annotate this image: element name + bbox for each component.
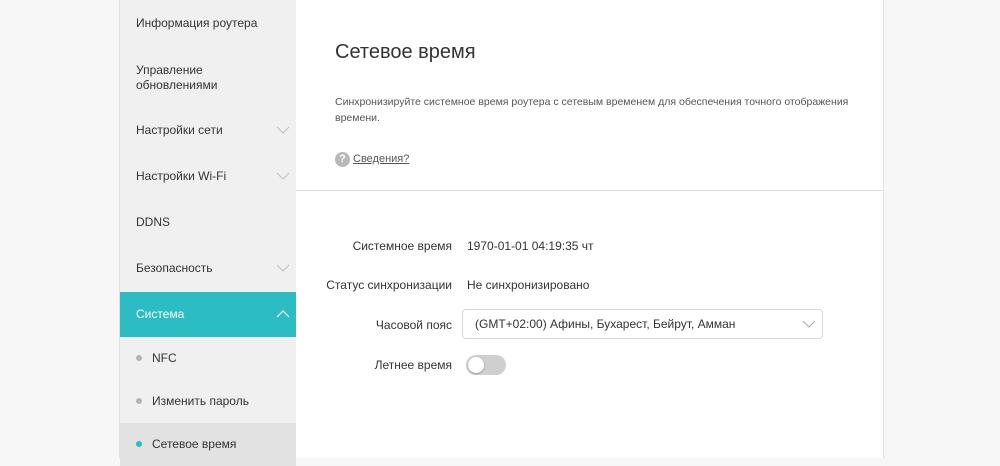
- sidebar-item-label: DDNS: [136, 215, 171, 229]
- question-icon: ?: [335, 151, 350, 167]
- system-time-label: Системное время: [352, 239, 452, 253]
- sync-status-row: Статус синхронизации Не синхронизировано: [296, 270, 883, 300]
- sidebar-item-label: Настройки Wi-Fi: [136, 169, 227, 183]
- chevron-down-icon: [276, 172, 290, 180]
- sidebar-item-label: Настройки сети: [136, 123, 223, 137]
- sidebar-item-label: Управление обновлениями: [136, 63, 218, 92]
- bullet-dot-icon: [136, 441, 142, 447]
- details-link[interactable]: Сведения?: [353, 153, 409, 165]
- help-link-group: ? Сведения?: [335, 150, 409, 168]
- sidebar-item-wifi-settings[interactable]: Настройки Wi-Fi: [120, 154, 296, 200]
- sidebar-item-router-info[interactable]: Информация роутера: [120, 0, 296, 46]
- sidebar-subitem-label: Изменить пароль: [152, 394, 249, 408]
- bullet-dot-icon: [136, 398, 142, 404]
- sidebar-item-label: Безопасность: [136, 261, 213, 275]
- sidebar-item-ddns[interactable]: DDNS: [120, 200, 296, 246]
- dst-label: Летнее время: [374, 358, 452, 372]
- chevron-up-icon: [276, 310, 290, 318]
- chevron-down-icon: [276, 264, 290, 272]
- sync-status-label: Статус синхронизации: [326, 278, 452, 292]
- sidebar-item-network-settings[interactable]: Настройки сети: [120, 108, 296, 154]
- sidebar: Информация роутера Управление обновления…: [119, 0, 296, 466]
- sidebar-subitem-network-time[interactable]: Сетевое время: [120, 423, 296, 466]
- sidebar-subitem-label: Сетевое время: [152, 437, 237, 451]
- sidebar-subitem-nfc[interactable]: NFC: [120, 337, 296, 380]
- page-description: Синхронизируйте системное время роутера …: [335, 96, 849, 124]
- timezone-label: Часовой пояс: [375, 318, 452, 332]
- sidebar-item-update-management[interactable]: Управление обновлениями: [120, 46, 296, 108]
- chevron-down-icon: [276, 126, 290, 134]
- toggle-knob: [468, 357, 484, 373]
- divider: [296, 190, 883, 191]
- timezone-selected-value: (GMT+02:00) Афины, Бухарест, Бейрут, Амм…: [475, 317, 736, 331]
- chevron-down-icon: [802, 320, 816, 328]
- dst-toggle[interactable]: [466, 355, 506, 375]
- sidebar-item-system[interactable]: Система: [120, 292, 296, 337]
- dst-row: Летнее время: [296, 350, 883, 380]
- timezone-row: Часовой пояс (GMT+02:00) Афины, Бухарест…: [296, 309, 883, 340]
- bullet-dot-icon: [136, 355, 142, 361]
- system-time-value: 1970-01-01 04:19:35 чт: [467, 239, 594, 253]
- sidebar-subitem-label: NFC: [152, 351, 177, 365]
- sidebar-subitem-change-password[interactable]: Изменить пароль: [120, 380, 296, 423]
- timezone-select[interactable]: (GMT+02:00) Афины, Бухарест, Бейрут, Амм…: [462, 309, 823, 339]
- page-title: Сетевое время: [335, 41, 476, 63]
- sidebar-item-label: Система: [136, 307, 185, 321]
- sync-status-value: Не синхронизировано: [467, 278, 590, 292]
- sidebar-item-label: Информация роутера: [136, 16, 258, 30]
- sidebar-item-security[interactable]: Безопасность: [120, 246, 296, 292]
- main-panel: Сетевое время Синхронизируйте системное …: [296, 0, 884, 458]
- system-time-row: Системное время 1970-01-01 04:19:35 чт: [296, 231, 883, 261]
